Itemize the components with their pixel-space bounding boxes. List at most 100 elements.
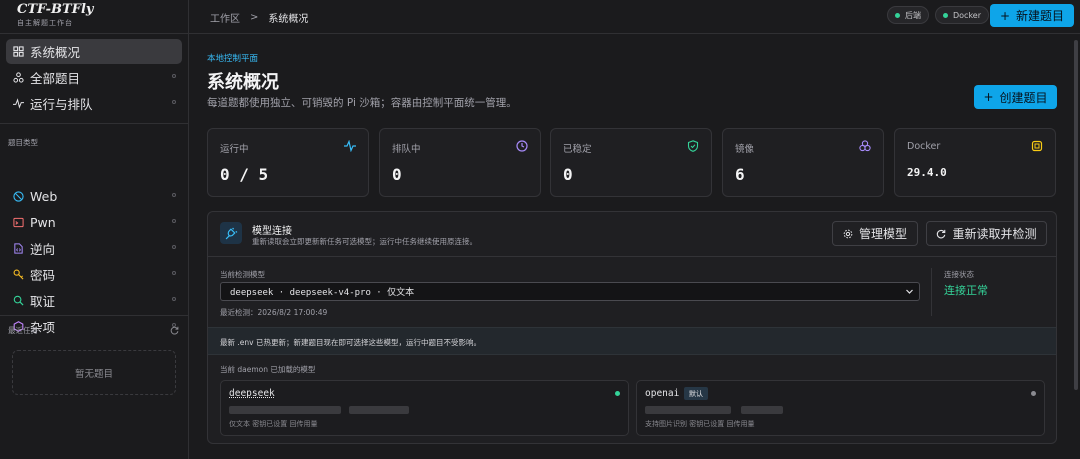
breadcrumb: 工作区 > 系统概况 xyxy=(210,10,308,25)
sidebar: CTF-BTFly 自主解题工作台 系统概况 全部题目 运行与排队 题目类型 W… xyxy=(0,0,189,459)
model-name: openai xyxy=(645,388,680,399)
main-content: 本地控制平面 系统概况 每道题都使用独立、可销毁的 Pi 沙箱；容器由控制平面统… xyxy=(189,34,1068,459)
recent-tasks-empty: 暂无题目 xyxy=(12,350,176,395)
create-challenge-label: 创建题目 xyxy=(999,90,1048,105)
page-title: 系统概况 xyxy=(207,72,279,93)
count-indicator xyxy=(172,271,176,275)
sidebar-item-label: 系统概况 xyxy=(30,45,81,60)
plus-icon: + xyxy=(983,90,994,104)
sidebar-item-label: 逆向 xyxy=(30,242,56,257)
stat-card-queued: 排队中 0 xyxy=(379,128,541,197)
recheck-button[interactable]: 重新读取并检测 xyxy=(926,221,1047,246)
current-model-select[interactable]: deepseek · deepseek-v4-pro · 仅文本 xyxy=(220,282,920,301)
sidebar-item-overview[interactable]: 系统概况 xyxy=(6,39,182,64)
divider xyxy=(0,123,189,124)
redacted-text xyxy=(741,406,783,414)
model-name: deepseek xyxy=(229,388,275,399)
manage-models-button[interactable]: 管理模型 xyxy=(832,221,918,246)
brand: CTF-BTFly 自主解题工作台 xyxy=(0,0,188,34)
backend-status-pill: 后端 xyxy=(887,6,929,24)
sidebar-item-label: Web xyxy=(30,189,58,204)
stat-label: 排队中 xyxy=(392,144,421,155)
backend-status-label: 后端 xyxy=(905,10,921,20)
stat-value: 6 xyxy=(735,165,745,184)
last-check-time: 最近检测：2026/8/2 17:00:49 xyxy=(220,308,328,317)
chevron-down-icon xyxy=(906,289,913,294)
count-indicator xyxy=(172,297,176,301)
new-challenge-label: 新建题目 xyxy=(1016,9,1065,23)
loaded-models-label: 当前 daemon 已加载的模型 xyxy=(220,365,316,374)
redacted-text xyxy=(645,406,731,414)
pulse-icon xyxy=(344,140,356,152)
count-indicator xyxy=(172,100,176,104)
sidebar-item-label: 取证 xyxy=(30,294,56,309)
model-status-dot xyxy=(615,391,620,396)
activity-icon xyxy=(12,98,24,110)
sidebar-item-crypto[interactable]: 密码 xyxy=(6,262,182,287)
refresh-icon[interactable] xyxy=(170,324,179,338)
default-badge: 默认 xyxy=(684,387,708,400)
search-icon xyxy=(12,295,24,307)
gear-icon xyxy=(843,229,853,238)
sidebar-item-all-challenges[interactable]: 全部题目 xyxy=(6,65,182,90)
stat-value: 0 xyxy=(563,165,573,184)
sidebar-item-label: Pwn xyxy=(30,215,56,230)
divider xyxy=(931,268,932,316)
stat-label: Docker xyxy=(907,141,941,152)
panel-header: 模型连接 重新读取会立即更新新任务可选模型；运行中任务继续使用原连接。 管理模型… xyxy=(208,212,1056,257)
breadcrumb-current: 系统概况 xyxy=(268,14,309,25)
brand-subtitle: 自主解题工作台 xyxy=(17,19,73,27)
create-challenge-button[interactable]: + 创建题目 xyxy=(974,85,1057,109)
redacted-text xyxy=(349,406,409,414)
current-model-label: 当前检测模型 xyxy=(220,270,265,279)
status-dot xyxy=(943,12,948,18)
panel-subtitle: 重新读取会立即更新新任务可选模型；运行中任务继续使用原连接。 xyxy=(252,237,477,246)
eyebrow: 本地控制平面 xyxy=(207,54,259,64)
breadcrumb-separator: > xyxy=(250,12,259,23)
stat-card-stable: 已稳定 0 xyxy=(550,128,712,197)
stat-value: 0 xyxy=(392,165,402,184)
stat-label: 已稳定 xyxy=(563,144,592,155)
stat-value: 0 / 5 xyxy=(220,165,269,184)
model-card-openai[interactable]: openai 默认 支持图片识别 密钥已设置 回传用量 xyxy=(636,380,1045,436)
model-meta: 支持图片识别 密钥已设置 回传用量 xyxy=(645,420,755,428)
count-indicator xyxy=(172,245,176,249)
sidebar-item-runs[interactable]: 运行与排队 xyxy=(6,91,182,116)
new-challenge-button[interactable]: + 新建题目 xyxy=(990,4,1074,27)
sidebar-item-label: 密码 xyxy=(30,268,56,283)
connection-status-label: 连接状态 xyxy=(944,270,974,279)
stat-card-docker: Docker 29.4.0 xyxy=(894,128,1056,197)
hot-reload-notice: 最新 .env 已热更新；新建题目现在即可选择这些模型，运行中题目不受影响。 xyxy=(208,327,1056,355)
sidebar-item-pwn[interactable]: Pwn xyxy=(6,210,182,235)
docker-status-label: Docker xyxy=(953,10,982,20)
recent-tasks-title: 最近任务 xyxy=(8,326,38,335)
stat-label: 运行中 xyxy=(220,144,249,155)
dashboard-icon xyxy=(12,46,24,58)
connection-status-value: 连接正常 xyxy=(944,284,988,297)
refresh-icon xyxy=(937,229,946,238)
count-indicator xyxy=(172,74,176,78)
categories-title: 题目类型 xyxy=(8,138,38,147)
brand-title: CTF-BTFly xyxy=(17,2,94,17)
chip-icon xyxy=(1031,140,1043,152)
plus-icon: + xyxy=(999,8,1011,23)
model-meta: 仅文本 密钥已设置 回传用量 xyxy=(229,420,318,428)
sidebar-item-web[interactable]: Web xyxy=(6,184,182,209)
model-connection-panel: 模型连接 重新读取会立即更新新任务可选模型；运行中任务继续使用原连接。 管理模型… xyxy=(207,211,1057,444)
scrollbar-thumb[interactable] xyxy=(1074,40,1078,390)
shield-check-icon xyxy=(687,140,699,152)
sidebar-item-reverse[interactable]: 逆向 xyxy=(6,236,182,261)
plug-icon xyxy=(220,222,242,244)
clock-icon xyxy=(516,140,528,152)
count-indicator xyxy=(172,193,176,197)
sidebar-item-forensics[interactable]: 取证 xyxy=(6,288,182,313)
web-icon xyxy=(12,191,24,203)
docker-status-pill: Docker xyxy=(935,6,990,24)
app-window: CTF-BTFly 自主解题工作台 系统概况 全部题目 运行与排队 题目类型 W… xyxy=(0,0,1080,459)
scrollbar[interactable] xyxy=(1072,34,1080,459)
breadcrumb-workspace[interactable]: 工作区 xyxy=(210,10,240,25)
divider xyxy=(0,315,189,316)
model-card-deepseek[interactable]: deepseek 仅文本 密钥已设置 回传用量 xyxy=(220,380,629,436)
layers-icon xyxy=(859,140,871,152)
status-dot xyxy=(895,12,900,18)
